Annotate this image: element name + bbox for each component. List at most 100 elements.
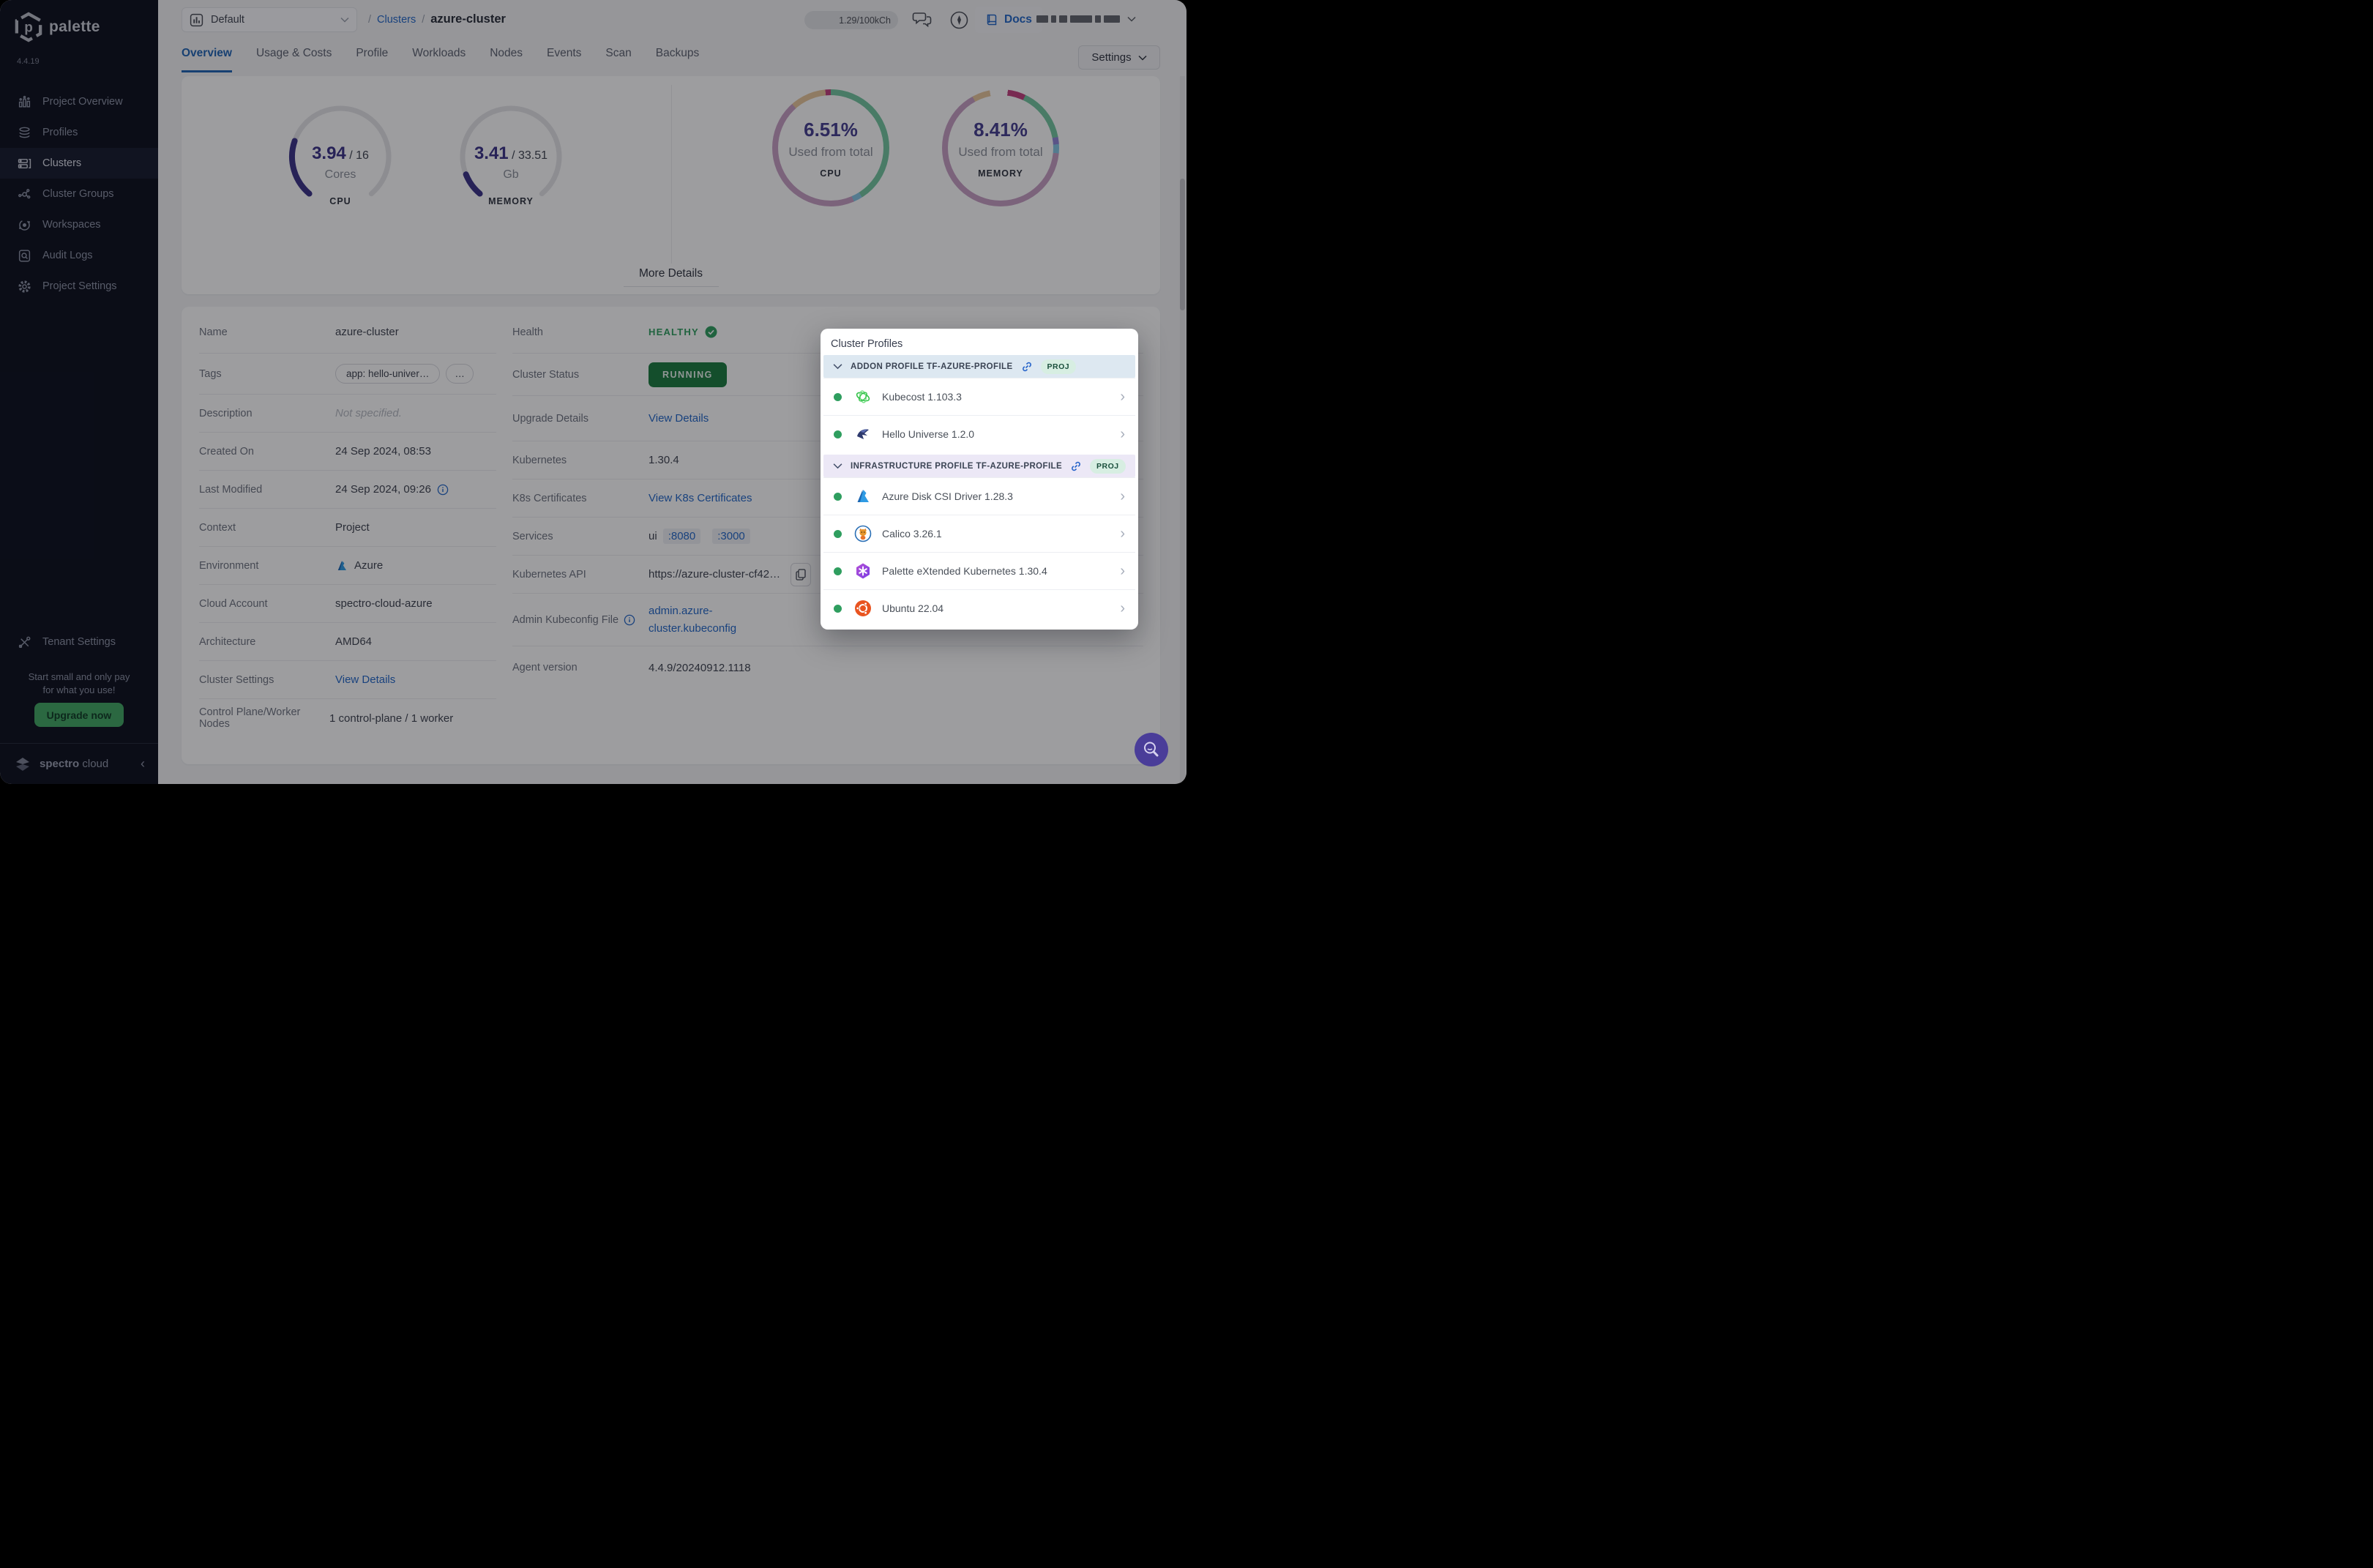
addon-profile-section-header[interactable]: ADDON PROFILE TF-AZURE-PROFILE PROJ <box>823 355 1135 378</box>
node-graph-icon <box>18 188 31 198</box>
detail-row-cloud-account: Cloud Account spectro-cloud-azure <box>199 585 496 623</box>
kubeconfig-download-link[interactable]: admin.azure-cluster.kubeconfig <box>649 602 764 637</box>
cpu-donut-percent: 6.51% <box>804 119 858 141</box>
project-selector[interactable]: Default <box>182 7 357 32</box>
profile-layer-hello-universe[interactable]: Hello Universe 1.2.0 › <box>823 415 1135 452</box>
proj-scope-badge: PROJ <box>1090 458 1126 474</box>
copy-api-url-button[interactable] <box>791 562 812 586</box>
profile-layer-azure-disk-csi[interactable]: Azure Disk CSI Driver 1.28.3 › <box>823 477 1135 515</box>
sidebar-item-project-overview[interactable]: Project Overview <box>0 86 158 117</box>
view-k8s-certificates-link[interactable]: View K8s Certificates <box>649 492 752 504</box>
link-icon[interactable] <box>1021 361 1033 373</box>
tab-overview[interactable]: Overview <box>182 47 232 72</box>
search-fab-button[interactable] <box>1135 733 1168 766</box>
sidebar-item-cluster-groups[interactable]: Cluster Groups <box>0 179 158 209</box>
bar-chart-icon <box>18 95 31 108</box>
info-icon[interactable] <box>437 484 449 496</box>
tab-profile[interactable]: Profile <box>356 47 388 72</box>
tab-workloads[interactable]: Workloads <box>412 47 466 72</box>
compass-icon[interactable] <box>949 10 969 34</box>
cluster-settings-view-details-link[interactable]: View Details <box>335 673 395 686</box>
brand-name: palette <box>49 18 100 35</box>
profile-layer-kubecost[interactable]: Kubecost 1.103.3 › <box>823 378 1135 415</box>
chevron-down-icon <box>833 364 842 370</box>
sidebar-item-clusters[interactable]: Clusters <box>0 148 158 179</box>
sidebar-item-label: Audit Logs <box>42 250 93 261</box>
link-icon[interactable] <box>1070 460 1082 472</box>
project-chart-icon <box>190 13 203 26</box>
palette-app-window: p palette 4.4.19 Project Overview Profil… <box>0 0 1186 784</box>
detail-row-nodes: Control Plane/Worker Nodes 1 control-pla… <box>199 706 454 730</box>
tab-usage-costs[interactable]: Usage & Costs <box>256 47 332 72</box>
layer-status-dot <box>834 430 842 438</box>
tab-backups[interactable]: Backups <box>656 47 699 72</box>
layer-name: Hello Universe 1.2.0 <box>882 428 975 440</box>
chevron-down-icon <box>340 17 349 23</box>
breadcrumb: / Clusters / azure-cluster <box>368 12 506 26</box>
sidebar-item-label: Project Overview <box>42 96 123 108</box>
service-port-8080-link[interactable]: :8080 <box>662 529 701 544</box>
docs-button[interactable]: Docs <box>975 7 1042 33</box>
azure-logo-icon <box>857 490 869 502</box>
layer-status-dot <box>834 529 842 538</box>
tab-events[interactable]: Events <box>547 47 581 72</box>
user-menu[interactable] <box>1036 10 1136 28</box>
orbit-icon <box>19 219 30 231</box>
detail-row-agent-version: Agent version 4.4.9/20240912.1118 <box>512 661 751 674</box>
profile-layer-ubuntu[interactable]: Ubuntu 22.04 › <box>823 589 1135 627</box>
chat-icon[interactable] <box>912 10 933 33</box>
settings-button-label: Settings <box>1091 51 1132 64</box>
layer-name: Palette eXtended Kubernetes 1.30.4 <box>882 565 1047 577</box>
memory-gauge-unit: Gb <box>503 168 519 181</box>
tools-icon <box>18 636 31 648</box>
tab-scan[interactable]: Scan <box>605 47 631 72</box>
detail-row-architecture: Architecture AMD64 <box>199 623 496 661</box>
sidebar-item-tenant-settings[interactable]: Tenant Settings <box>0 627 158 657</box>
info-icon[interactable] <box>624 614 635 626</box>
tab-nodes[interactable]: Nodes <box>490 47 523 72</box>
sidebar-collapse-chevron[interactable]: ‹ <box>141 756 145 772</box>
breadcrumb-separator: / <box>422 13 425 26</box>
usage-overview-card: 3.94 / 16 Cores CPU 3.41 / 33.51 Gb MEMO… <box>182 76 1160 294</box>
infrastructure-profile-title: INFRASTRUCTURE PROFILE TF-AZURE-PROFILE <box>851 461 1063 471</box>
tags-more-button[interactable]: … <box>446 364 474 384</box>
more-details-button[interactable]: More Details <box>623 267 719 287</box>
detail-row-cluster-settings: Cluster Settings View Details <box>199 661 496 699</box>
breadcrumb-current: azure-cluster <box>430 12 506 26</box>
infrastructure-profile-section-header[interactable]: INFRASTRUCTURE PROFILE TF-AZURE-PROFILE … <box>823 455 1135 477</box>
memory-donut-caption: Used from total <box>958 145 1043 159</box>
card-divider <box>671 85 672 264</box>
layer-status-dot <box>834 567 842 575</box>
palette-logo: p palette <box>15 12 100 42</box>
hello-universe-logo-icon <box>857 429 869 439</box>
profile-layer-calico[interactable]: Calico 3.26.1 › <box>823 515 1135 552</box>
layer-status-dot <box>834 492 842 501</box>
upgrade-view-details-link[interactable]: View Details <box>649 412 709 425</box>
chevron-right-icon: › <box>1120 426 1125 442</box>
details-left-column: Name azure-cluster Tags app: hello-unive… <box>199 311 496 737</box>
chevron-down-icon <box>1138 55 1147 61</box>
sidebar-nav: Project Overview Profiles Clusters Clust… <box>0 86 158 302</box>
running-status-badge[interactable]: RUNNING <box>649 362 727 387</box>
service-port-3000-link[interactable]: :3000 <box>712 529 750 544</box>
detail-row-last-modified: Last Modified 24 Sep 2024, 09:26 <box>199 471 496 509</box>
scrollbar-thumb[interactable] <box>1180 179 1185 310</box>
sidebar-item-profiles[interactable]: Profiles <box>0 117 158 148</box>
upgrade-promo-text: Start small and only pay for what you us… <box>28 671 130 695</box>
tag-pill: app: hello-univer… <box>335 364 441 384</box>
breadcrumb-clusters-link[interactable]: Clusters <box>377 14 416 26</box>
cpu-donut-caption: Used from total <box>788 145 873 159</box>
sidebar-item-audit-logs[interactable]: Audit Logs <box>0 240 158 271</box>
main-scrollbar[interactable] <box>1180 76 1185 784</box>
sidebar-item-project-settings[interactable]: Project Settings <box>0 271 158 302</box>
sidebar-item-workspaces[interactable]: Workspaces <box>0 209 158 240</box>
profile-layer-palette-extended-kubernetes[interactable]: Palette eXtended Kubernetes 1.30.4 › <box>823 552 1135 589</box>
book-icon <box>987 14 997 26</box>
sidebar-footer: spectro cloud ‹ <box>0 743 158 784</box>
cluster-profiles-panel: Cluster Profiles ADDON PROFILE TF-AZURE-… <box>821 329 1138 630</box>
layer-name: Kubecost 1.103.3 <box>882 391 962 403</box>
layer-status-dot <box>834 604 842 613</box>
upgrade-now-button[interactable]: Upgrade now <box>34 703 124 727</box>
settings-button[interactable]: Settings <box>1078 45 1160 70</box>
cpu-gauge-unit: Cores <box>324 168 356 181</box>
